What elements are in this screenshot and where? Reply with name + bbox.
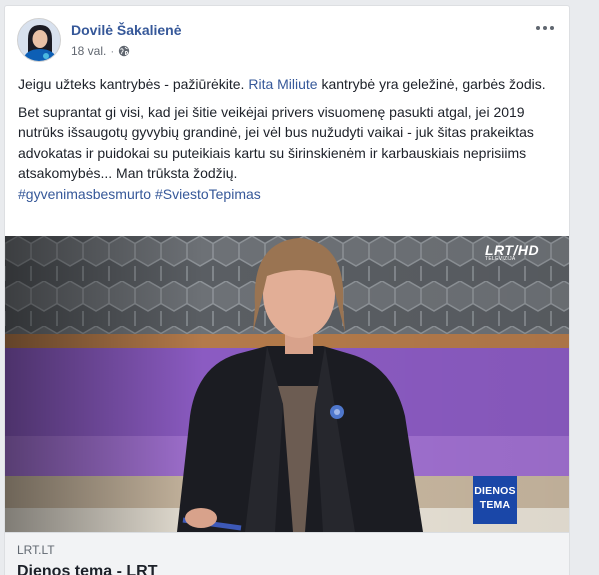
post-meta: 18 val. · [71, 44, 130, 58]
badge-line-2: TEMA [479, 499, 511, 511]
post-text: Jeigu užteks kantrybės - pažiūrėkite. Ri… [18, 74, 558, 211]
more-dot [550, 26, 554, 30]
program-badge: DIENOS TEMA [473, 476, 517, 524]
globe-icon[interactable] [118, 45, 130, 57]
link-title[interactable]: Dienos tema - LRT [17, 563, 157, 575]
video-thumbnail[interactable]: LRT/HD TELEVIZIJA DIENOS TEMA [5, 236, 569, 532]
post-header: Dovilė Šakalienė 18 val. · [17, 18, 557, 62]
channel-logo: LRT/HD TELEVIZIJA [485, 242, 539, 262]
more-dot [536, 26, 540, 30]
paragraph-text: Bet suprantat gi visi, kad jei šitie vei… [18, 103, 534, 182]
paragraph-text: kantrybė yra geležinė, garbės žodis. [317, 76, 546, 92]
author-avatar[interactable] [17, 18, 61, 62]
meta-separator: · [110, 44, 115, 58]
post-timestamp[interactable]: 18 val. [71, 44, 106, 58]
post-paragraph-1: Jeigu užteks kantrybės - pažiūrėkite. Ri… [18, 74, 558, 95]
post-hashtags: #gyvenimasbesmurto #SviestoTepimas [18, 184, 558, 205]
author-name[interactable]: Dovilė Šakalienė [71, 22, 182, 38]
mention-link[interactable]: Rita Miliute [248, 76, 317, 92]
link-domain: LRT.LT [17, 543, 55, 557]
badge-line-1: DIENOS [474, 485, 516, 497]
avatar-image [18, 19, 60, 61]
paragraph-text: Jeigu užteks kantrybės - pažiūrėkite. [18, 76, 249, 92]
post-paragraph-2: Bet suprantat gi visi, kad jei šitie vei… [18, 102, 558, 184]
more-dot [543, 26, 547, 30]
hashtag-link[interactable]: #gyvenimasbesmurto [18, 186, 151, 202]
post-card: Dovilė Šakalienė 18 val. · Jeigu užteks … [4, 5, 570, 575]
link-preview[interactable]: LRT.LT Dienos tema - LRT [5, 532, 569, 575]
more-options-icon[interactable] [533, 20, 557, 36]
hashtag-link[interactable]: #SviestoTepimas [155, 186, 261, 202]
